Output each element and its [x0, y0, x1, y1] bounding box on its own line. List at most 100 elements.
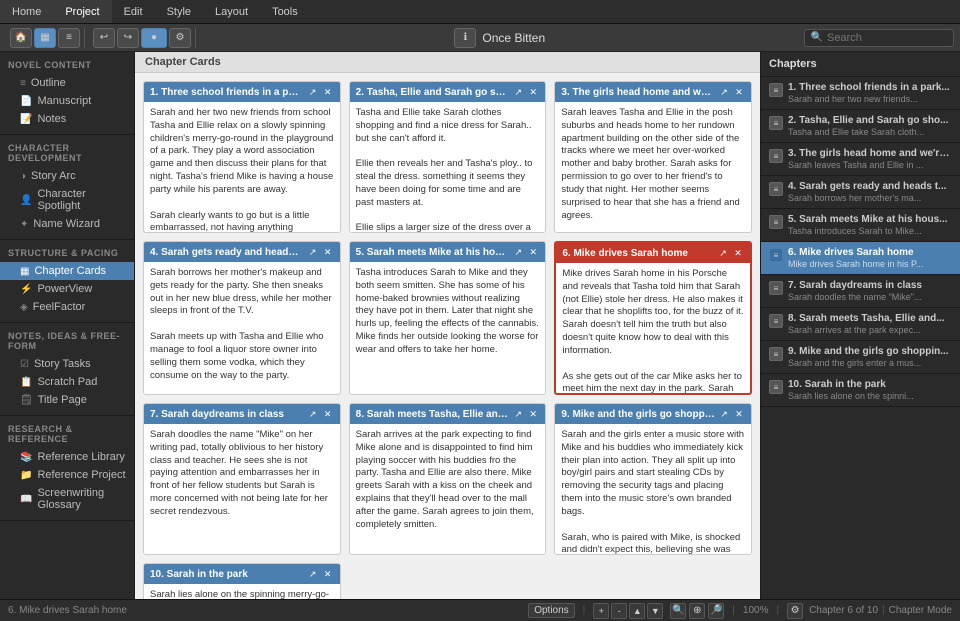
settings-icon-btn[interactable]: ⚙	[787, 603, 803, 619]
card-close-icon-6[interactable]: ✕	[732, 247, 744, 259]
card-expand-icon-3[interactable]: ↗	[718, 86, 730, 98]
chapters-panel-title: Chapters	[761, 52, 960, 77]
chapter-icon-5: ≡	[769, 215, 783, 229]
sidebar-item-outline[interactable]: ≡ Outline	[0, 74, 134, 92]
outline-icon: ≡	[20, 78, 26, 89]
toolbar-view2-btn[interactable]: ≡	[58, 28, 80, 48]
zoom-out-btn[interactable]: 🔍	[670, 603, 686, 619]
card-close-icon-10[interactable]: ✕	[322, 568, 334, 580]
chapter-item-8[interactable]: ≡ 8. Sarah meets Tasha, Ellie and... Sar…	[761, 308, 960, 341]
chapter-item-1[interactable]: ≡ 1. Three school friends in a park... S…	[761, 77, 960, 110]
sidebar-item-manuscript[interactable]: 📄 Manuscript	[0, 92, 134, 110]
sidebar-section-novel: Novel Content ≡ Outline 📄 Manuscript 📝 N…	[0, 52, 134, 135]
card-close-icon-4[interactable]: ✕	[322, 246, 334, 258]
tab-project[interactable]: Project	[53, 0, 111, 23]
card-2[interactable]: 2. Tasha, Ellie and Sarah go shopping ↗ …	[349, 81, 547, 233]
zoom-controls: + - ▲ ▼ 🔍 ⊕ 🔎	[593, 603, 724, 619]
card-expand-icon-8[interactable]: ↗	[512, 408, 524, 420]
chapter-text-1: 1. Three school friends in a park... Sar…	[788, 82, 952, 104]
card-close-icon-8[interactable]: ✕	[527, 408, 539, 420]
tab-style[interactable]: Style	[155, 0, 203, 23]
chapter-item-2[interactable]: ≡ 2. Tasha, Ellie and Sarah go sho... Ta…	[761, 110, 960, 143]
card-expand-icon-4[interactable]: ↗	[307, 246, 319, 258]
sidebar-item-reference-project[interactable]: 📁 Reference Project	[0, 466, 134, 484]
chapter-icon-9: ≡	[769, 347, 783, 361]
search-input[interactable]	[827, 32, 947, 44]
toolbar-home-btn[interactable]: 🏠	[10, 28, 32, 48]
toolbar-undo-btn[interactable]: ↩	[93, 28, 115, 48]
sidebar-item-powerview[interactable]: ⚡ PowerView	[0, 280, 134, 298]
card-1[interactable]: 1. Three school friends in a park playgr…	[143, 81, 341, 233]
card-close-icon-3[interactable]: ✕	[733, 86, 745, 98]
card-expand-icon-1[interactable]: ↗	[307, 86, 319, 98]
zoom-reset-btn[interactable]: ⊕	[689, 603, 705, 619]
manuscript-icon: 📄	[20, 96, 32, 107]
card-expand-icon-10[interactable]: ↗	[307, 568, 319, 580]
toolbar-info-btn[interactable]: ℹ	[454, 28, 476, 48]
tab-layout[interactable]: Layout	[203, 0, 260, 23]
chapter-item-7[interactable]: ≡ 7. Sarah daydreams in class Sarah dood…	[761, 275, 960, 308]
chapter-item-4[interactable]: ≡ 4. Sarah gets ready and heads t... Sar…	[761, 176, 960, 209]
tab-edit[interactable]: Edit	[112, 0, 155, 23]
toolbar-redo-btn[interactable]: ↪	[117, 28, 139, 48]
card-close-icon-7[interactable]: ✕	[322, 408, 334, 420]
sidebar-item-story-arc[interactable]: ◑ Story Arc	[0, 167, 134, 185]
menu-bar: Home Project Edit Style Layout Tools	[0, 0, 960, 24]
card-header-4: 4. Sarah gets ready and heads to party w…	[144, 242, 340, 262]
card-expand-icon-5[interactable]: ↗	[512, 246, 524, 258]
card-close-icon-2[interactable]: ✕	[527, 86, 539, 98]
card-10[interactable]: 10. Sarah in the park ↗ ✕ Sarah lies alo…	[143, 563, 341, 599]
card-7[interactable]: 7. Sarah daydreams in class ↗ ✕ Sarah do…	[143, 403, 341, 555]
options-btn[interactable]: Options	[528, 603, 574, 618]
sidebar-item-story-tasks[interactable]: ☑ Story Tasks	[0, 355, 134, 373]
card-title-6: 6. Mike drives Sarah home	[562, 248, 714, 259]
sidebar-item-feelfactor[interactable]: ◈ FeelFactor	[0, 298, 134, 316]
story-tasks-icon: ☑	[20, 359, 29, 370]
sidebar-item-character-spotlight[interactable]: 👤 Character Spotlight	[0, 185, 134, 215]
status-divider-4: |	[882, 605, 885, 616]
sidebar-item-notes[interactable]: 📝 Notes	[0, 110, 134, 128]
nav-down-btn[interactable]: -	[611, 603, 627, 619]
card-6[interactable]: 6. Mike drives Sarah home ↗ ✕ Mike drive…	[554, 241, 752, 395]
sidebar-item-screenwriting-glossary-label: Screenwriting Glossary	[37, 487, 126, 511]
sidebar-item-manuscript-label: Manuscript	[37, 95, 91, 107]
chapter-item-5[interactable]: ≡ 5. Sarah meets Mike at his hous... Tas…	[761, 209, 960, 242]
sidebar-item-reference-library[interactable]: 📚 Reference Library	[0, 448, 134, 466]
card-3[interactable]: 3. The girls head home and we're introdu…	[554, 81, 752, 233]
card-4[interactable]: 4. Sarah gets ready and heads to party w…	[143, 241, 341, 395]
zoom-in-btn[interactable]: 🔎	[708, 603, 724, 619]
card-expand-icon-7[interactable]: ↗	[307, 408, 319, 420]
card-expand-icon-6[interactable]: ↗	[717, 247, 729, 259]
card-title-7: 7. Sarah daydreams in class	[150, 409, 304, 420]
card-close-icon-1[interactable]: ✕	[322, 86, 334, 98]
chapter-name-8: 8. Sarah meets Tasha, Ellie and...	[788, 313, 952, 324]
sidebar-item-name-wizard[interactable]: ✦ Name Wizard	[0, 215, 134, 233]
sidebar-item-reference-project-label: Reference Project	[37, 469, 125, 481]
nav-right-btn[interactable]: ▼	[647, 603, 663, 619]
chapter-item-10[interactable]: ≡ 10. Sarah in the park Sarah lies alone…	[761, 374, 960, 407]
toolbar-view1-btn[interactable]: ▦	[34, 28, 56, 48]
card-expand-icon-9[interactable]: ↗	[718, 408, 730, 420]
sidebar-section-notes-title: Notes, Ideas & Free-Form	[0, 329, 134, 355]
chapter-item-6[interactable]: ≡ 6. Mike drives Sarah home Mike drives …	[761, 242, 960, 275]
chapter-name-2: 2. Tasha, Ellie and Sarah go sho...	[788, 115, 952, 126]
sidebar-item-screenwriting-glossary[interactable]: 📖 Screenwriting Glossary	[0, 484, 134, 514]
chapter-item-9[interactable]: ≡ 9. Mike and the girls go shoppin... Sa…	[761, 341, 960, 374]
toolbar-settings-btn[interactable]: ⚙	[169, 28, 191, 48]
card-5[interactable]: 5. Sarah meets Mike at his house party a…	[349, 241, 547, 395]
chapter-item-3[interactable]: ≡ 3. The girls head home and we're... Sa…	[761, 143, 960, 176]
tab-tools[interactable]: Tools	[260, 0, 310, 23]
card-close-icon-9[interactable]: ✕	[733, 408, 745, 420]
sidebar-item-scratch-pad[interactable]: 📋 Scratch Pad	[0, 373, 134, 391]
chapter-icon-3: ≡	[769, 149, 783, 163]
card-close-icon-5[interactable]: ✕	[527, 246, 539, 258]
sidebar-item-title-page[interactable]: 🗒 Title Page	[0, 391, 134, 409]
toolbar-mode-btn[interactable]: ●	[141, 28, 167, 48]
tab-home[interactable]: Home	[0, 0, 53, 23]
nav-left-btn[interactable]: ▲	[629, 603, 645, 619]
card-expand-icon-2[interactable]: ↗	[512, 86, 524, 98]
nav-up-btn[interactable]: +	[593, 603, 609, 619]
card-8[interactable]: 8. Sarah meets Tasha, Ellie and Mike in …	[349, 403, 547, 555]
sidebar-item-chapter-cards[interactable]: ▦ Chapter Cards	[0, 262, 134, 280]
card-9[interactable]: 9. Mike and the girls go shopping ↗ ✕ Sa…	[554, 403, 752, 555]
